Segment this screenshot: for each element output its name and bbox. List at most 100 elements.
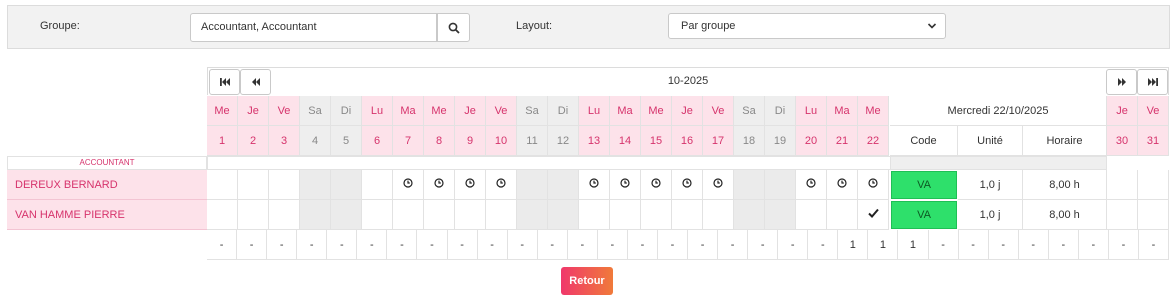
day-number-header[interactable]: 15 bbox=[641, 126, 672, 156]
day-cell[interactable] bbox=[796, 170, 827, 200]
day-cell[interactable] bbox=[517, 200, 548, 230]
day-cell[interactable] bbox=[300, 200, 331, 230]
day-number-header[interactable]: 19 bbox=[765, 126, 796, 156]
total-cell: - bbox=[928, 230, 959, 260]
day-number-header[interactable]: 13 bbox=[579, 126, 610, 156]
day-number-header[interactable]: 11 bbox=[517, 126, 548, 156]
day-number-header[interactable]: 10 bbox=[486, 126, 517, 156]
total-cell: - bbox=[1048, 230, 1079, 260]
day-cell[interactable] bbox=[548, 200, 579, 230]
day-cell[interactable] bbox=[1107, 170, 1138, 200]
day-cell[interactable] bbox=[641, 200, 672, 230]
group-input[interactable]: Accountant, Accountant bbox=[190, 13, 437, 42]
day-number-header[interactable]: 21 bbox=[827, 126, 858, 156]
day-cell[interactable] bbox=[517, 170, 548, 200]
day-cell[interactable] bbox=[424, 200, 455, 230]
day-cell[interactable] bbox=[827, 200, 858, 230]
layout-select[interactable]: Par groupe bbox=[668, 13, 946, 39]
day-cell[interactable] bbox=[238, 170, 269, 200]
layout-label: Layout: bbox=[516, 20, 553, 32]
day-cell[interactable] bbox=[641, 170, 672, 200]
skip-forward-icon bbox=[1147, 78, 1158, 86]
employee-name[interactable]: VAN HAMME PIERRE bbox=[7, 200, 207, 230]
day-cell[interactable] bbox=[300, 170, 331, 200]
day-cell[interactable] bbox=[362, 200, 393, 230]
day-cell[interactable] bbox=[331, 170, 362, 200]
clock-icon bbox=[403, 178, 413, 191]
day-cell[interactable] bbox=[734, 200, 765, 230]
day-cell[interactable] bbox=[734, 170, 765, 200]
day-number-header[interactable]: 20 bbox=[796, 126, 827, 156]
absence-code[interactable]: VA bbox=[891, 171, 957, 199]
day-cell[interactable] bbox=[548, 170, 579, 200]
day-cell[interactable] bbox=[455, 200, 486, 230]
day-number-header[interactable]: 9 bbox=[455, 126, 486, 156]
day-number-header[interactable]: 4 bbox=[300, 126, 331, 156]
next-month-button[interactable] bbox=[1106, 69, 1137, 95]
day-cell[interactable] bbox=[1107, 200, 1138, 230]
day-cell[interactable] bbox=[827, 170, 858, 200]
day-cell[interactable] bbox=[269, 200, 300, 230]
day-cell[interactable] bbox=[393, 170, 424, 200]
day-cell[interactable] bbox=[269, 170, 300, 200]
day-number-header[interactable]: 14 bbox=[610, 126, 641, 156]
total-cell: - bbox=[778, 230, 809, 260]
day-cell[interactable] bbox=[455, 170, 486, 200]
last-month-button[interactable] bbox=[1137, 69, 1168, 95]
day-number-header[interactable]: 7 bbox=[393, 126, 424, 156]
day-number-header[interactable]: 17 bbox=[703, 126, 734, 156]
day-cell[interactable] bbox=[765, 170, 796, 200]
day-number-header[interactable]: 12 bbox=[548, 126, 579, 156]
day-cell[interactable] bbox=[579, 200, 610, 230]
total-cell: - bbox=[327, 230, 358, 260]
day-number-header[interactable]: 16 bbox=[672, 126, 703, 156]
filter-panel: Groupe: Accountant, Accountant Layout: P… bbox=[7, 5, 1170, 49]
day-cell[interactable] bbox=[765, 200, 796, 230]
day-number-header[interactable]: 1 bbox=[207, 126, 238, 156]
day-cell[interactable] bbox=[207, 170, 238, 200]
day-cell[interactable] bbox=[703, 200, 734, 230]
clock-icon bbox=[837, 178, 847, 191]
back-button[interactable]: Retour bbox=[561, 267, 613, 295]
day-cell[interactable] bbox=[207, 200, 238, 230]
day-cell[interactable] bbox=[1138, 170, 1169, 200]
group-search-button[interactable] bbox=[437, 13, 470, 42]
absence-code[interactable]: VA bbox=[891, 201, 957, 229]
day-number-header[interactable]: 5 bbox=[331, 126, 362, 156]
day-of-week-header: Di bbox=[765, 96, 796, 126]
day-of-week-header: Di bbox=[548, 96, 579, 126]
day-cell[interactable] bbox=[424, 170, 455, 200]
day-cell[interactable] bbox=[579, 170, 610, 200]
day-of-week-header: Ve bbox=[703, 96, 734, 126]
day-cell[interactable] bbox=[393, 200, 424, 230]
day-number-header[interactable]: 2 bbox=[238, 126, 269, 156]
day-number-header[interactable]: 6 bbox=[362, 126, 393, 156]
day-cell[interactable] bbox=[238, 200, 269, 230]
day-cell[interactable] bbox=[1138, 200, 1169, 230]
day-cell[interactable] bbox=[703, 170, 734, 200]
checkmark-icon bbox=[867, 208, 879, 221]
day-number-header[interactable]: 22 bbox=[858, 126, 889, 156]
day-cell[interactable] bbox=[672, 200, 703, 230]
day-cell[interactable] bbox=[362, 170, 393, 200]
day-cell[interactable] bbox=[672, 170, 703, 200]
day-number-header[interactable]: 31 bbox=[1138, 126, 1169, 156]
clock-icon bbox=[806, 178, 816, 191]
day-cell[interactable] bbox=[331, 200, 362, 230]
employee-name[interactable]: DEREUX BERNARD bbox=[7, 170, 207, 200]
day-cell[interactable] bbox=[486, 200, 517, 230]
unit-value: 1,0 j bbox=[958, 200, 1023, 230]
day-cell[interactable] bbox=[610, 170, 641, 200]
day-cell[interactable] bbox=[858, 200, 889, 230]
day-number-header[interactable]: 18 bbox=[734, 126, 765, 156]
day-cell[interactable] bbox=[610, 200, 641, 230]
total-cell: - bbox=[267, 230, 298, 260]
day-number-header[interactable]: 30 bbox=[1107, 126, 1138, 156]
day-number-header[interactable]: 8 bbox=[424, 126, 455, 156]
day-number-header[interactable]: 3 bbox=[269, 126, 300, 156]
day-of-week-header: Sa bbox=[300, 96, 331, 126]
total-cell: - bbox=[627, 230, 658, 260]
day-cell[interactable] bbox=[486, 170, 517, 200]
day-cell[interactable] bbox=[796, 200, 827, 230]
day-cell[interactable] bbox=[858, 170, 889, 200]
